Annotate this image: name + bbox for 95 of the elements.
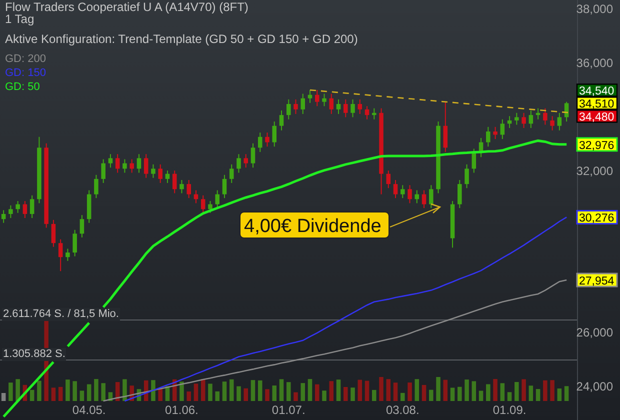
candlestick bbox=[464, 164, 469, 189]
price-tag: 34,510 bbox=[576, 96, 618, 110]
line-value-tag: 30,276 bbox=[576, 210, 618, 225]
axis-label: 01.06. bbox=[165, 403, 198, 417]
candlestick bbox=[22, 200, 28, 219]
candlestick bbox=[30, 194, 34, 219]
candlestick bbox=[165, 170, 170, 184]
callout-arrow bbox=[390, 203, 442, 228]
candlestick bbox=[130, 158, 134, 174]
candlestick bbox=[443, 101, 448, 152]
legend-label: GD: 150 bbox=[5, 67, 47, 80]
line-value-tag: 32,976 bbox=[576, 137, 618, 152]
candlestick bbox=[408, 184, 412, 204]
candlestick bbox=[557, 112, 562, 131]
interval-label: 1 Tag bbox=[5, 13, 36, 25]
legend-label: GD: 50 bbox=[5, 81, 41, 94]
axis-label: 26,000 bbox=[576, 326, 613, 340]
candlestick bbox=[16, 200, 20, 214]
candlestick bbox=[51, 219, 56, 248]
candlestick bbox=[250, 142, 256, 168]
candlestick bbox=[500, 118, 505, 140]
candlestick bbox=[393, 180, 398, 199]
candlestick bbox=[364, 106, 370, 120]
candlestick bbox=[66, 248, 70, 262]
line-value-tag: 27,954 bbox=[576, 272, 618, 288]
candlestick bbox=[8, 204, 13, 219]
candlestick bbox=[72, 229, 77, 257]
candlestick bbox=[265, 132, 270, 148]
candlestick bbox=[286, 98, 291, 120]
chart-title: Flow Traders Cooperatief U A (A14V70) (8FT) bbox=[5, 1, 250, 13]
candlestick bbox=[493, 126, 498, 140]
candlestick bbox=[400, 184, 405, 199]
candlestick bbox=[422, 190, 426, 209]
candlestick bbox=[528, 110, 534, 128]
candlestick bbox=[108, 154, 113, 168]
candlestick bbox=[1, 210, 6, 224]
candlestick bbox=[101, 158, 106, 184]
candlestick bbox=[151, 164, 156, 178]
candlestick bbox=[386, 170, 391, 189]
axis-label: 24,000 bbox=[576, 380, 613, 394]
axis-label: 36,000 bbox=[576, 56, 613, 70]
candlestick bbox=[550, 116, 554, 131]
candlestick bbox=[514, 112, 519, 126]
candlestick bbox=[208, 200, 212, 214]
axis-label: 03.08. bbox=[386, 403, 420, 417]
candlestick bbox=[58, 238, 63, 272]
candlestick bbox=[458, 180, 462, 209]
candlestick bbox=[229, 164, 234, 184]
candlestick bbox=[486, 126, 490, 148]
config-label: Aktive Konfiguration: Trend-Template (GD 50 + GD 150 + GD 200) bbox=[5, 33, 358, 45]
candlestick bbox=[158, 164, 162, 184]
candlestick bbox=[180, 180, 184, 194]
candlestick bbox=[322, 93, 326, 107]
volume-level-label: 1.305.882 S. bbox=[2, 348, 66, 361]
candlestick bbox=[94, 174, 98, 199]
candlestick bbox=[429, 184, 434, 209]
candlestick bbox=[279, 110, 284, 131]
axis-label: 01.09. bbox=[492, 403, 526, 417]
candlestick bbox=[314, 89, 320, 107]
candlestick bbox=[308, 89, 312, 104]
axis-label: 04.05. bbox=[72, 403, 106, 417]
axis-label: 38,000 bbox=[576, 2, 613, 16]
axis-label: 32,000 bbox=[576, 164, 613, 178]
candlestick bbox=[200, 194, 206, 214]
candlestick bbox=[543, 108, 548, 126]
candlestick bbox=[472, 148, 476, 174]
candlestick bbox=[144, 154, 148, 178]
candlestick bbox=[80, 214, 84, 238]
candlestick bbox=[329, 93, 334, 114]
candlestick bbox=[222, 174, 227, 199]
dividend-callout: 4,00€ Dividende bbox=[240, 212, 390, 238]
candlestick bbox=[215, 190, 220, 209]
candlestick bbox=[172, 170, 177, 194]
candlestick bbox=[115, 154, 120, 174]
candlestick bbox=[343, 98, 348, 118]
candlestick bbox=[522, 112, 526, 128]
price-tag: 34,540 bbox=[576, 84, 618, 98]
axis-label: 01.07. bbox=[272, 403, 306, 417]
annotation: 4,00€ Dividende bbox=[244, 216, 382, 237]
volume-level-label: 2.611.764 S. / 81,5 Mio. bbox=[2, 308, 120, 321]
legend-label: GD: 200 bbox=[5, 53, 47, 66]
candlestick bbox=[122, 158, 127, 174]
candlestick bbox=[350, 98, 355, 118]
candlestick bbox=[272, 121, 277, 148]
candlestick bbox=[258, 132, 262, 152]
candlestick bbox=[136, 154, 142, 174]
candlestick bbox=[236, 154, 241, 174]
price-tag: 34,480 bbox=[576, 110, 618, 124]
candlestick bbox=[244, 154, 248, 168]
candlestick bbox=[186, 180, 191, 199]
candlestick bbox=[372, 108, 376, 120]
candlestick bbox=[336, 98, 341, 114]
candlestick bbox=[300, 93, 306, 114]
candlestick bbox=[358, 98, 362, 114]
candlestick bbox=[294, 98, 298, 114]
